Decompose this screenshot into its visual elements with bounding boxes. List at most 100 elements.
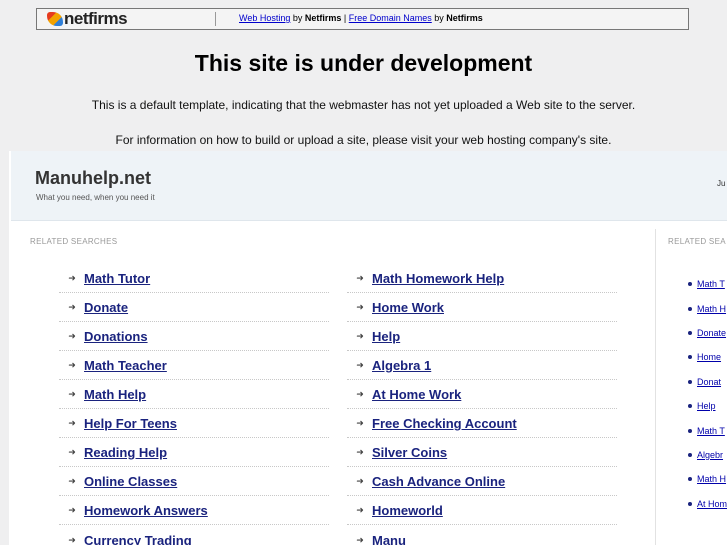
related-search-link[interactable]: Cash Advance Online [372, 474, 505, 489]
list-item: ➜ Help [347, 323, 617, 351]
sidebar-link[interactable]: Help [697, 401, 716, 411]
bullet-icon [688, 355, 692, 360]
sidebar-item: Donate [688, 321, 727, 345]
related-search-link[interactable]: Math Teacher [84, 358, 167, 373]
sidebar-link[interactable]: Math H [697, 474, 726, 484]
sidebar-item: Algebr [688, 443, 727, 467]
related-search-link[interactable]: Online Classes [84, 474, 177, 489]
list-item: ➜ Math Homework Help [347, 265, 617, 293]
list-item: ➜ Algebra 1 [347, 352, 617, 380]
related-search-link[interactable]: Algebra 1 [372, 358, 431, 373]
bullet-icon [688, 306, 692, 311]
list-item: ➜ At Home Work [347, 381, 617, 409]
sidebar-link[interactable]: Donat [697, 377, 721, 387]
banner-divider [215, 12, 216, 26]
bullet-icon [688, 477, 692, 482]
netfirms-banner: netfirms Web Hosting by Netfirms | Free … [36, 8, 689, 30]
sidebar-item: Math T [688, 418, 727, 442]
sidebar-link[interactable]: Donate [697, 328, 726, 338]
sidebar-link[interactable]: Home [697, 352, 721, 362]
sidebar-item: Home [688, 345, 727, 369]
separator-text: | [341, 13, 349, 23]
arrow-icon: ➜ [68, 360, 76, 370]
list-item: ➜ Math Help [59, 381, 329, 409]
page-title: This site is under development [194, 50, 533, 76]
list-item: ➜ Homeworld [347, 497, 617, 525]
related-search-link[interactable]: At Home Work [372, 387, 461, 402]
site-name: Manuhelp.net [35, 168, 151, 188]
related-search-link[interactable]: Donate [84, 300, 128, 315]
arrow-icon: ➜ [356, 418, 364, 428]
arrow-icon: ➜ [68, 418, 76, 428]
related-search-link[interactable]: Help For Teens [84, 416, 177, 431]
related-searches-column-1: ➜ Math Tutor ➜ Donate ➜ Donations ➜ Math Tea… [59, 265, 329, 545]
list-item: ➜ Reading Help [59, 439, 329, 467]
parked-site-panel: Manuhelp.net What you need, when you nee… [9, 151, 727, 545]
bullet-icon [688, 404, 692, 409]
related-searches-label-right: RELATED SEA [668, 237, 726, 246]
bullet-icon [688, 428, 692, 433]
list-item: ➜ Donations [59, 323, 329, 351]
related-search-link[interactable]: Currency Trading [84, 533, 192, 545]
web-hosting-link[interactable]: Web Hosting [239, 13, 290, 23]
arrow-icon: ➜ [68, 505, 76, 515]
sidebar-link[interactable]: Algebr [697, 450, 723, 460]
list-item: ➜ Homework Answers [59, 497, 329, 525]
related-search-link[interactable]: Reading Help [84, 445, 167, 460]
sidebar-link[interactable]: Math T [697, 279, 725, 289]
list-item: ➜ Manu [347, 526, 617, 545]
sidebar-link[interactable]: Math T [697, 426, 725, 436]
sidebar-item: Math T [688, 272, 727, 296]
related-search-link[interactable]: Math Tutor [84, 271, 150, 286]
netfirms-logo[interactable]: netfirms [47, 9, 128, 28]
list-item: ➜ Currency Trading [59, 526, 329, 545]
bullet-icon [688, 282, 692, 287]
list-item: ➜ Online Classes [59, 468, 329, 496]
related-search-link[interactable]: Homework Answers [84, 503, 208, 518]
site-tagline: What you need, when you need it [36, 193, 155, 202]
arrow-icon: ➜ [356, 389, 364, 399]
related-search-link[interactable]: Home Work [372, 300, 444, 315]
sidebar-item: At Hom [688, 492, 727, 516]
netfirms-brand-1: Netfirms [304, 13, 342, 23]
arrow-icon: ➜ [356, 476, 364, 486]
site-header: Manuhelp.net What you need, when you nee… [11, 151, 727, 221]
arrow-icon: ➜ [68, 302, 76, 312]
related-searches-label: RELATED SEARCHES [30, 237, 118, 246]
related-search-link[interactable]: Math Help [84, 387, 146, 402]
arrow-icon: ➜ [356, 273, 364, 283]
bullet-icon [688, 452, 692, 457]
related-search-link[interactable]: Free Checking Account [372, 416, 517, 431]
arrow-icon: ➜ [68, 331, 76, 341]
list-item: ➜ Home Work [347, 294, 617, 322]
banner-links: Web Hosting by Netfirms | Free Domain Na… [239, 13, 483, 23]
related-searches-column-2: ➜ Math Homework Help ➜ Home Work ➜ Help ➜ Al… [347, 265, 617, 545]
header-right-text: Ju [717, 179, 726, 188]
by-text-2: by [431, 13, 447, 23]
list-item: ➜ Silver Coins [347, 439, 617, 467]
related-search-link[interactable]: Math Homework Help [372, 271, 504, 286]
column-divider [655, 229, 656, 545]
bullet-icon [688, 330, 692, 335]
related-search-link[interactable]: Homeworld [372, 503, 443, 518]
netfirms-logo-text: netfirms [64, 9, 128, 28]
bullet-icon [688, 379, 692, 384]
bullet-icon [688, 501, 692, 506]
hosting-info-notice: For information on how to build or uploa… [115, 133, 612, 147]
arrow-icon: ➜ [356, 360, 364, 370]
free-domain-names-link[interactable]: Free Domain Names [349, 13, 432, 23]
arrow-icon: ➜ [356, 447, 364, 457]
sidebar-link[interactable]: At Hom [697, 499, 727, 509]
arrow-icon: ➜ [68, 534, 76, 545]
sidebar-link[interactable]: Math H [697, 304, 726, 314]
related-search-link[interactable]: Manu [372, 533, 406, 545]
arrow-icon: ➜ [356, 505, 364, 515]
related-search-link[interactable]: Silver Coins [372, 445, 447, 460]
by-text-1: by [290, 13, 305, 23]
sidebar-related-searches: Math T Math H Donate Home Donat Help Mat… [688, 272, 727, 516]
sidebar-item: Donat [688, 370, 727, 394]
related-search-link[interactable]: Help [372, 329, 400, 344]
list-item: ➜ Donate [59, 294, 329, 322]
related-search-link[interactable]: Donations [84, 329, 148, 344]
arrow-icon: ➜ [68, 389, 76, 399]
